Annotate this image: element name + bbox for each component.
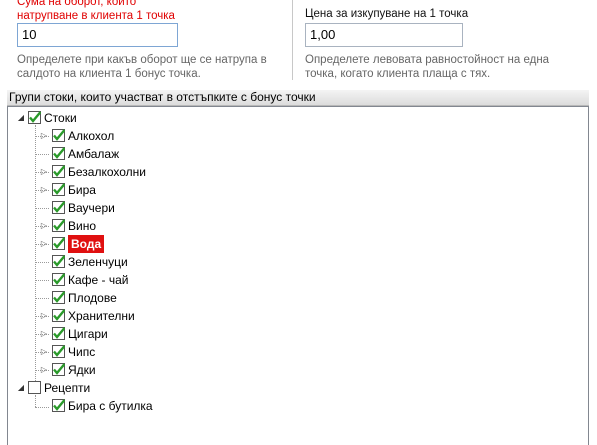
redeem-price-label: Цена за изкупуване на 1 точка bbox=[305, 8, 469, 20]
expand-icon[interactable]: ▷ bbox=[39, 217, 49, 235]
expand-icon[interactable]: ▷ bbox=[39, 307, 49, 325]
tree-node-label: Цигари bbox=[68, 327, 108, 341]
tree-node-label: Хранителни bbox=[68, 309, 135, 323]
tree-node-label: Бира с бутилка bbox=[68, 399, 153, 413]
checkbox-checked-icon[interactable] bbox=[52, 237, 65, 250]
checkbox-checked-icon[interactable] bbox=[52, 201, 65, 214]
tree-node-label: Стоки bbox=[44, 111, 77, 125]
checkbox-checked-icon[interactable] bbox=[52, 129, 65, 142]
redeem-price-hint: Определете левовата равностойност на едн… bbox=[305, 54, 550, 80]
expand-icon[interactable]: ▷ bbox=[39, 343, 49, 361]
collapse-icon[interactable]: ◢ bbox=[16, 379, 26, 397]
turnover-hint: Определете при какъв оборот ще се натруп… bbox=[17, 54, 267, 80]
checkbox-checked-icon[interactable] bbox=[52, 219, 65, 232]
tree-connector bbox=[35, 154, 49, 155]
tree-connector bbox=[35, 407, 49, 408]
checkbox-checked-icon[interactable] bbox=[52, 363, 65, 376]
tree-node-label: Вино bbox=[68, 219, 97, 233]
tree-node-label: Вода bbox=[68, 235, 105, 253]
expand-icon[interactable]: ▷ bbox=[39, 325, 49, 343]
expand-icon[interactable]: ▷ bbox=[39, 163, 49, 181]
expand-icon[interactable]: ▷ bbox=[39, 361, 49, 379]
checkbox-checked-icon[interactable] bbox=[28, 111, 41, 124]
column-separator bbox=[292, 0, 293, 80]
tree-connector bbox=[35, 208, 49, 209]
tree-connector bbox=[35, 280, 49, 281]
collapse-icon[interactable]: ◢ bbox=[16, 109, 26, 127]
checkbox-checked-icon[interactable] bbox=[52, 147, 65, 160]
settings-panel: Сума на оборот, които натрупване в клиен… bbox=[0, 0, 597, 90]
tree-group-header: Групи стоки, които участват в отстъпките… bbox=[7, 90, 589, 106]
tree-node-label: Ваучери bbox=[68, 201, 115, 215]
checkbox-checked-icon[interactable] bbox=[52, 165, 65, 178]
tree-node-label: Амбалаж bbox=[68, 147, 120, 161]
checkbox-checked-icon[interactable] bbox=[52, 399, 65, 412]
tree-node-label: Кафе - чай bbox=[68, 273, 129, 287]
checkbox-checked-icon[interactable] bbox=[52, 291, 65, 304]
checkbox-checked-icon[interactable] bbox=[52, 327, 65, 340]
checkbox-unchecked-icon[interactable] bbox=[28, 381, 41, 394]
tree-node-label: Рецепти bbox=[44, 381, 91, 395]
turnover-label: Сума на оборот, които натрупване в клиен… bbox=[17, 0, 175, 22]
expand-icon[interactable]: ▷ bbox=[39, 235, 49, 253]
checkbox-checked-icon[interactable] bbox=[52, 309, 65, 322]
tree-node-label: Алкохол bbox=[68, 129, 115, 143]
checkbox-checked-icon[interactable] bbox=[52, 255, 65, 268]
expand-icon[interactable]: ▷ bbox=[39, 127, 49, 145]
tree-node-label: Чипс bbox=[68, 345, 96, 359]
tree-node-label: Зеленчуци bbox=[68, 255, 128, 269]
tree-connector bbox=[35, 262, 49, 263]
tree-connector bbox=[35, 395, 36, 407]
turnover-input[interactable]: 10 bbox=[17, 23, 178, 47]
checkbox-checked-icon[interactable] bbox=[52, 273, 65, 286]
redeem-price-input[interactable]: 1,00 bbox=[305, 23, 463, 47]
tree-node-label: Плодове bbox=[68, 291, 117, 305]
tree-node-label: Ядки bbox=[68, 363, 96, 377]
tree-connector bbox=[35, 125, 36, 381]
tree-connector bbox=[35, 298, 49, 299]
checkbox-checked-icon[interactable] bbox=[52, 183, 65, 196]
checkbox-checked-icon[interactable] bbox=[52, 345, 65, 358]
category-tree[interactable]: ◢ Стоки ▷ Алкохол Амбалаж ▷ Безалкохолни ▷ Бир… bbox=[7, 106, 589, 445]
tree-node-label: Бира bbox=[68, 183, 96, 197]
expand-icon[interactable]: ▷ bbox=[39, 181, 49, 199]
tree-node-label: Безалкохолни bbox=[68, 165, 146, 179]
